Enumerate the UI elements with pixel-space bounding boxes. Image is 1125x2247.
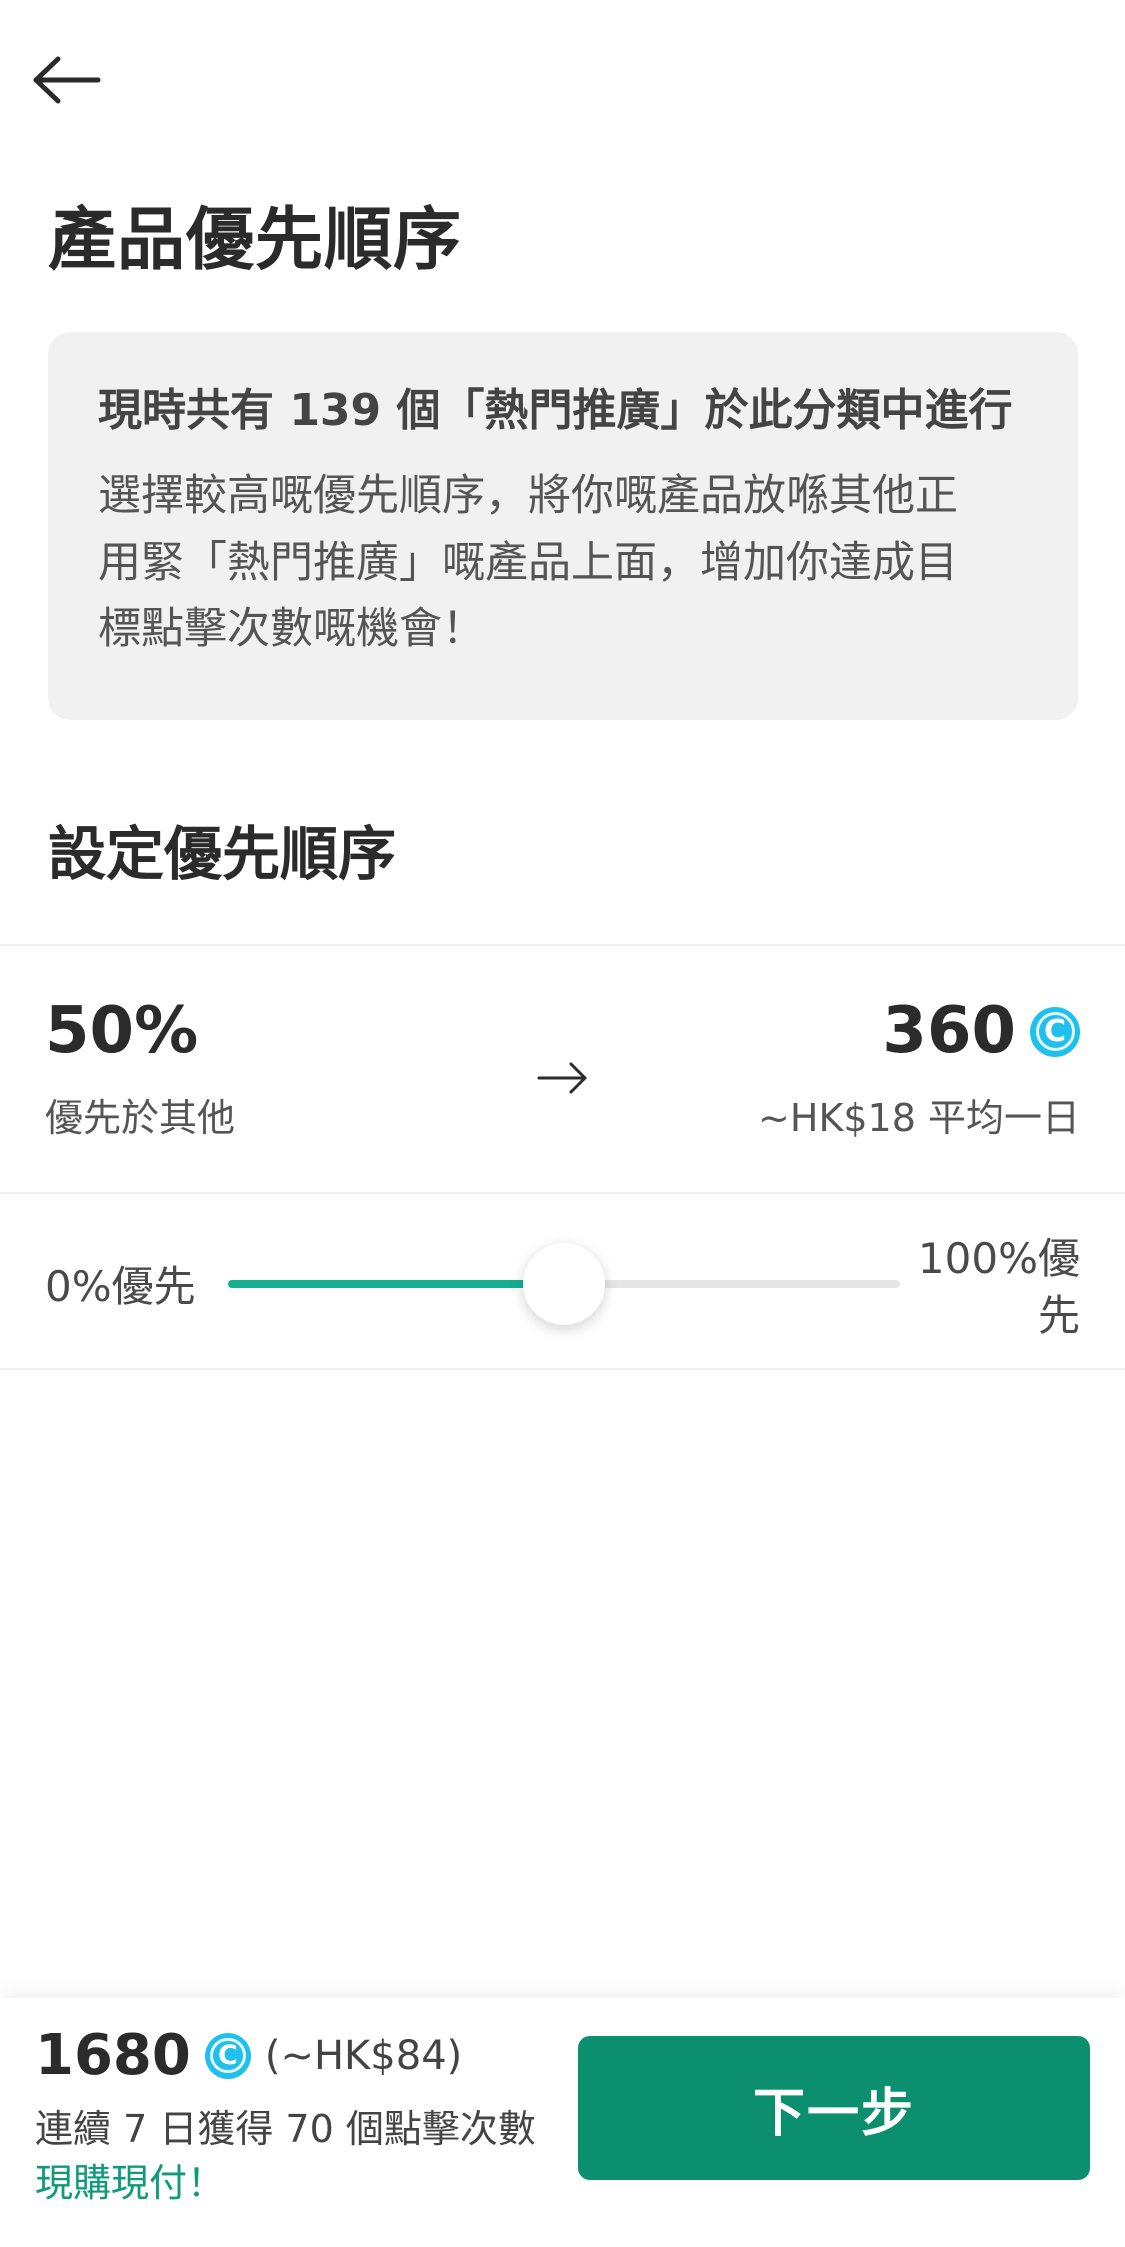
slider-min-label: 0%優先 — [45, 1262, 196, 1311]
coins-caption: ~HK$18 平均一日 — [758, 1095, 1080, 1140]
coin-icon: C — [204, 2032, 251, 2079]
total-hkd: (~HK$84) — [264, 2032, 463, 2079]
divider — [0, 1192, 1125, 1194]
page-title: 產品優先順序 — [48, 201, 463, 280]
info-description: 選擇較高嘅優先順序，將你嘅產品放喺其他正 用緊「熱門推廣」嘅產品上面，增加你達成… — [98, 463, 1028, 663]
plan-description: 連續 7 日獲得 70 個點擊次數 — [35, 2107, 536, 2151]
divider — [0, 1368, 1125, 1370]
arrow-right-icon — [537, 1062, 587, 1094]
priority-slider[interactable] — [228, 1243, 900, 1325]
promo-text: 現購現付！ — [35, 2161, 226, 2205]
back-button[interactable] — [30, 45, 120, 115]
priority-percent-value: 50% — [45, 994, 199, 1068]
slider-max-label: 100%優先 — [917, 1234, 1080, 1340]
coins-block: 360 C ~HK$18 平均一日 — [758, 994, 1080, 1142]
slider-fill — [228, 1280, 564, 1288]
total-price: 1680 C (~HK$84) — [35, 2023, 462, 2088]
priority-percent-caption: 優先於其他 — [45, 1095, 236, 1140]
info-headline: 現時共有 139 個「熱門推廣」於此分類中進行 — [98, 385, 1013, 436]
priority-slider-row: 0%優先 100%優先 — [0, 1195, 1125, 1368]
slider-thumb[interactable] — [523, 1243, 605, 1325]
section-title: 設定優先順序 — [48, 820, 397, 888]
info-description-line: 標點擊次數嘅機會！ — [98, 604, 485, 655]
arrow-left-icon — [33, 56, 101, 104]
divider — [0, 944, 1125, 946]
info-description-line: 選擇較高嘅優先順序，將你嘅產品放喺其他正 — [98, 471, 958, 522]
coins-value: 360 — [882, 994, 1016, 1068]
bottom-bar: 1680 C (~HK$84) 連續 7 日獲得 70 個點擊次數 現購現付！ … — [0, 1998, 1125, 2247]
info-card: 現時共有 139 個「熱門推廣」於此分類中進行 選擇較高嘅優先順序，將你嘅產品放… — [48, 332, 1078, 720]
coin-icon: C — [1030, 1006, 1080, 1057]
priority-percent-block: 50% 優先於其他 — [45, 994, 236, 1142]
info-description-line: 用緊「熱門推廣」嘅產品上面，增加你達成目 — [98, 537, 958, 588]
total-coins: 1680 — [35, 2023, 191, 2088]
next-step-button[interactable]: 下一步 — [578, 2036, 1090, 2180]
